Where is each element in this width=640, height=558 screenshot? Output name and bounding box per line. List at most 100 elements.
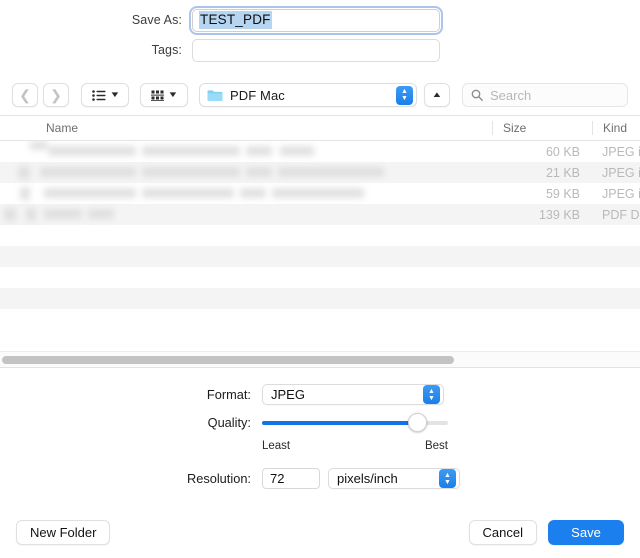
resolution-stepper-icon[interactable]: ▲ ▼	[439, 469, 456, 488]
stepper-down-glyph: ▼	[428, 394, 435, 402]
scrollbar-thumb[interactable]	[2, 355, 454, 364]
stepper-down-glyph: ▼	[444, 478, 451, 486]
redacted-name	[48, 146, 136, 156]
file-name-cell	[0, 204, 492, 225]
stepper-down-glyph: ▼	[401, 95, 408, 102]
empty-row	[0, 309, 640, 330]
export-options-panel: Format: JPEG ▲ ▼ Quality: Least Best Res…	[0, 368, 640, 506]
redacted-name	[88, 209, 114, 219]
file-icon	[4, 208, 16, 221]
save-dialog: Save As: TEST_PDF Tags: ❮ ❯ ▼ ▼ PDF Mac …	[0, 0, 640, 558]
table-row[interactable]: 59 KB JPEG in	[0, 183, 640, 204]
file-list[interactable]: 60 KB JPEG in 21 KB JPEG in 59 KB	[0, 141, 640, 351]
redacted-name	[142, 167, 240, 177]
redacted-name	[44, 209, 82, 219]
tags-label: Tags:	[151, 43, 182, 57]
redacted-name	[278, 167, 384, 177]
empty-rows	[0, 225, 640, 351]
chevron-down-icon: ▼	[167, 90, 179, 99]
format-row: Format: JPEG ▲ ▼	[0, 384, 640, 405]
redacted-name	[142, 188, 234, 198]
search-icon	[471, 89, 483, 101]
column-header-name[interactable]: Name	[0, 121, 492, 135]
file-size-cell: 139 KB	[538, 207, 580, 222]
search-placeholder: Search	[490, 87, 532, 103]
footer-actions: Cancel Save	[468, 519, 624, 545]
nav-button-group: ❮ ❯	[12, 83, 69, 107]
redacted-name	[280, 146, 314, 156]
resolution-input[interactable]: 72	[262, 468, 320, 489]
file-icon	[26, 208, 36, 221]
scrollbar-track[interactable]	[2, 355, 638, 364]
forward-button[interactable]: ❯	[43, 83, 69, 107]
file-name-cell	[0, 162, 492, 183]
list-view-icon	[91, 89, 106, 101]
back-button[interactable]: ❮	[12, 83, 38, 107]
table-row[interactable]: 21 KB JPEG in	[0, 162, 640, 183]
redacted-name	[272, 188, 364, 198]
table-row[interactable]: 60 KB JPEG in	[0, 141, 640, 162]
file-icon	[18, 166, 30, 179]
resolution-label: Resolution:	[186, 471, 251, 486]
file-size-cell: 59 KB	[545, 186, 580, 201]
view-mode-button[interactable]: ▼	[81, 83, 129, 107]
file-kind-cell: JPEG in	[602, 144, 640, 159]
save-as-row: Save As: TEST_PDF	[0, 5, 640, 35]
redacted-name	[142, 146, 240, 156]
stepper-up-glyph: ▲	[401, 88, 408, 95]
chevron-right-icon: ❯	[50, 87, 62, 103]
group-view-icon	[151, 90, 165, 101]
file-name-cell	[0, 141, 492, 162]
cancel-button[interactable]: Cancel	[468, 519, 537, 545]
chevron-down-icon: ▼	[108, 90, 121, 99]
horizontal-scrollbar[interactable]	[0, 351, 640, 367]
redacted-name	[246, 146, 272, 156]
save-button[interactable]: Save	[548, 519, 624, 545]
column-header-row: Name Size Kind	[0, 115, 640, 141]
chevron-left-icon: ❮	[19, 87, 31, 103]
tags-input[interactable]	[192, 38, 440, 62]
format-value: JPEG	[271, 387, 305, 402]
format-stepper-icon[interactable]: ▲ ▼	[423, 385, 440, 404]
redacted-name	[240, 188, 266, 198]
location-popup-button[interactable]: PDF Mac ▲ ▼	[199, 83, 417, 107]
save-as-input[interactable]: TEST_PDF	[192, 8, 440, 32]
format-label: Format:	[206, 387, 251, 402]
save-fields: Save As: TEST_PDF Tags:	[0, 0, 640, 75]
quality-scale-labels: Least Best	[262, 440, 448, 452]
quality-min-label: Least	[262, 440, 291, 452]
redacted-name	[40, 167, 136, 177]
quality-label: Quality:	[207, 415, 251, 430]
file-name-cell	[0, 183, 492, 204]
quality-row: Quality:	[0, 412, 640, 433]
search-field[interactable]: Search	[462, 83, 628, 107]
browser-toolbar: ❮ ❯ ▼ ▼ PDF Mac ▲ ▼ ▲ Search	[0, 75, 640, 115]
file-size-cell: 21 KB	[545, 165, 580, 180]
format-popup-button[interactable]: JPEG ▲ ▼	[262, 384, 444, 405]
folder-icon	[207, 89, 223, 102]
file-size-cell: 60 KB	[545, 144, 580, 159]
empty-row	[0, 246, 640, 267]
slider-fill	[262, 420, 417, 425]
stepper-up-glyph: ▲	[428, 387, 435, 395]
redacted-name	[246, 167, 272, 177]
column-header-kind[interactable]: Kind	[592, 121, 640, 135]
save-as-value: TEST_PDF	[199, 11, 272, 29]
empty-row	[0, 288, 640, 309]
file-icon	[30, 141, 48, 150]
empty-row	[0, 267, 640, 288]
new-folder-button[interactable]: New Folder	[16, 519, 111, 545]
resolution-unit-value: pixels/inch	[337, 471, 398, 486]
go-up-button[interactable]: ▲	[424, 83, 450, 107]
resolution-row: Resolution: 72 pixels/inch ▲ ▼	[0, 468, 640, 489]
redacted-name	[44, 188, 136, 198]
location-stepper-icon[interactable]: ▲ ▼	[396, 85, 413, 105]
column-header-size[interactable]: Size	[492, 121, 592, 135]
quality-slider[interactable]	[262, 412, 448, 433]
table-row[interactable]: 139 KB PDF Do	[0, 204, 640, 225]
location-name: PDF Mac	[230, 87, 285, 103]
slider-thumb[interactable]	[407, 413, 427, 432]
resolution-unit-popup-button[interactable]: pixels/inch ▲ ▼	[328, 468, 460, 489]
quality-scale-row: Least Best	[0, 440, 640, 461]
group-by-button[interactable]: ▼	[140, 83, 188, 107]
